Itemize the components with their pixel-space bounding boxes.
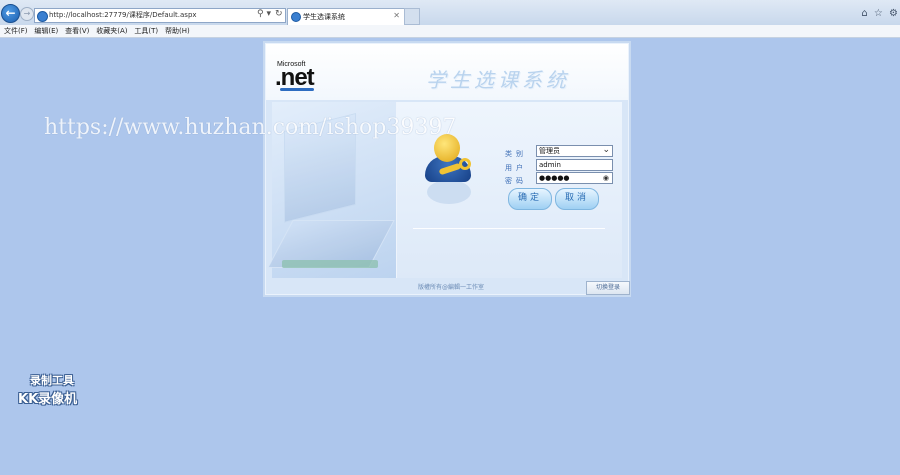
tab-page-icon [291, 12, 301, 22]
new-tab-button[interactable] [404, 8, 420, 25]
browser-toolbar: ← → http://localhost:27779/课程序/Default.a… [0, 0, 900, 26]
username-value: admin [539, 161, 561, 169]
tab-title: 学生选课系统 [303, 13, 345, 21]
browser-tools: ⌂ ☆ ⚙ [858, 8, 898, 19]
forward-arrow-icon: → [23, 9, 31, 18]
recorder-line1: 录制工具 [30, 374, 74, 387]
switch-login-button[interactable]: 切换登录 [586, 281, 630, 295]
laptop-edge-graphic [282, 260, 378, 268]
favorites-star-icon[interactable]: ☆ [874, 8, 883, 19]
url-text: http://localhost:27779/课程序/Default.aspx [49, 11, 197, 19]
menu-file[interactable]: 文件(F) [4, 26, 28, 36]
back-arrow-icon: ← [5, 6, 16, 20]
home-icon[interactable]: ⌂ [861, 8, 867, 19]
type-label: 类别 [505, 150, 527, 158]
gear-icon[interactable]: ⚙ [889, 8, 898, 19]
menu-view[interactable]: 查看(V) [65, 26, 89, 36]
dotnet-swoosh [280, 88, 314, 91]
menu-help[interactable]: 帮助(H) [165, 26, 190, 36]
page-icon [37, 11, 48, 22]
username-input[interactable]: admin [536, 159, 613, 171]
password-value: ●●●●● [539, 174, 570, 182]
refresh-icon[interactable]: ↻ [275, 9, 283, 19]
tab-active[interactable]: 学生选课系统 ✕ [287, 8, 405, 25]
login-header: Microsoft .net 学生选课系统 [266, 44, 628, 100]
user-label: 用户 [505, 164, 527, 172]
copyright-text: 版權所有@編輯一工作室 [418, 284, 485, 291]
menu-favorites[interactable]: 收藏夹(A) [96, 26, 127, 36]
menu-tools[interactable]: 工具(T) [134, 26, 158, 36]
form-divider [413, 228, 605, 229]
recorder-line2: KK录像机 [18, 392, 78, 407]
user-type-value: 管理员 [539, 147, 560, 155]
back-button[interactable]: ← [1, 4, 20, 23]
menu-edit[interactable]: 编辑(E) [34, 26, 58, 36]
tab-close-icon[interactable]: ✕ [393, 11, 400, 20]
address-bar[interactable]: http://localhost:27779/课程序/Default.aspx … [34, 8, 286, 23]
user-key-icon [419, 132, 477, 204]
system-title: 学生选课系统 [426, 68, 570, 92]
watermark-url: https://www.huzhan.com/ishop39397 [44, 115, 457, 140]
login-panel: Microsoft .net 学生选课系统 类别 管理员 ⌄ 用户 admin … [265, 43, 630, 295]
forward-button[interactable]: → [20, 7, 34, 21]
password-label: 密码 [505, 177, 527, 185]
password-input[interactable]: ●●●●● ◉ [536, 172, 613, 184]
chevron-down-icon: ⌄ [602, 145, 610, 155]
cancel-button[interactable]: 取消 [555, 188, 599, 210]
ok-button[interactable]: 确定 [508, 188, 552, 210]
user-type-select[interactable]: 管理员 ⌄ [536, 145, 613, 157]
menu-bar: 文件(F) 编辑(E) 查看(V) 收藏夹(A) 工具(T) 帮助(H) [0, 25, 900, 38]
search-icon[interactable]: ⚲ ▾ [257, 9, 271, 19]
reveal-password-icon[interactable]: ◉ [603, 173, 609, 183]
